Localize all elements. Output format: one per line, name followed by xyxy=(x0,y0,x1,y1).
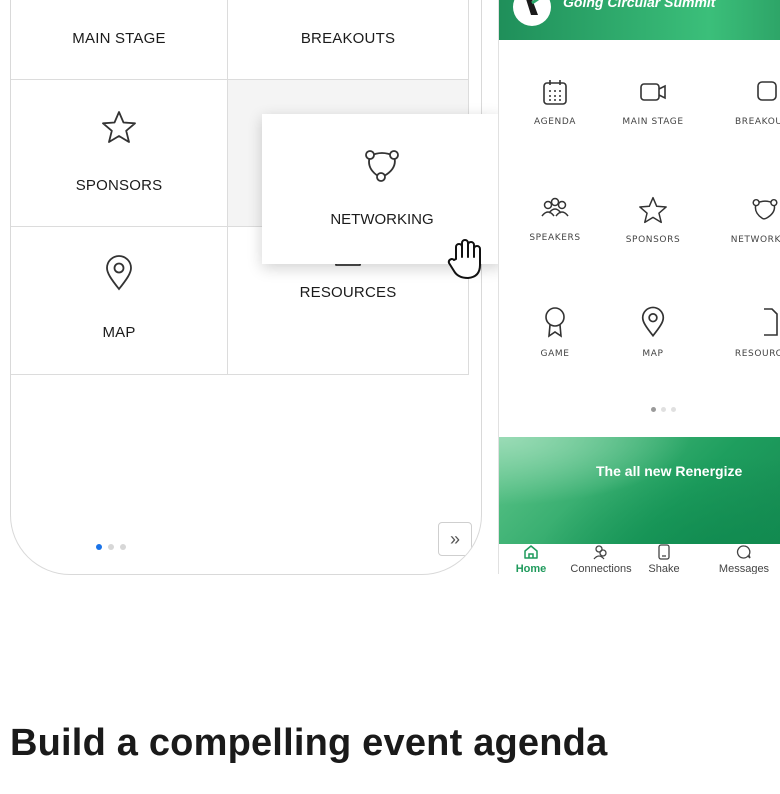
tile-label: RESOURCES xyxy=(299,284,397,301)
page-dot[interactable] xyxy=(120,544,126,550)
video-camera-icon xyxy=(640,83,666,101)
page-dot[interactable] xyxy=(671,407,676,412)
app-tile-networking[interactable]: NETWORKING xyxy=(721,196,780,245)
map-pin-icon xyxy=(641,306,665,338)
tab-home[interactable]: Home xyxy=(507,544,555,574)
video-camera-icon xyxy=(102,0,136,2)
tile-map[interactable]: MAP xyxy=(11,227,228,375)
app-header: Going Circular Summit xyxy=(499,0,780,40)
tab-shake[interactable]: Shake xyxy=(639,544,689,574)
app-logo xyxy=(513,0,551,26)
network-icon xyxy=(752,198,778,220)
star-icon xyxy=(102,111,136,143)
double-chevron-right-icon: » xyxy=(449,528,460,549)
promo-banner[interactable]: The all new Renergize xyxy=(499,437,780,544)
section-headline: Build a compelling event agenda xyxy=(10,722,608,764)
network-icon xyxy=(365,150,399,182)
tile-label: NETWORKING xyxy=(330,211,434,228)
app-tile-label: SPEAKERS xyxy=(529,233,581,243)
app-tile-breakouts[interactable]: BREAKOUTS xyxy=(721,78,780,127)
document-icon xyxy=(764,308,778,336)
chat-icon xyxy=(736,545,751,559)
tile-sponsors[interactable]: SPONSORS xyxy=(11,80,228,227)
tile-label: BREAKOUTS xyxy=(300,30,396,47)
page-indicator xyxy=(96,544,126,550)
home-icon xyxy=(524,545,538,559)
app-tile-label: SPONSORS xyxy=(625,235,681,245)
app-tile-resources[interactable]: RESOURCES xyxy=(721,306,780,359)
banner-text: The all new Renergize xyxy=(596,463,743,479)
app-tile-label: MAIN STAGE xyxy=(622,117,684,127)
bottom-tab-bar: Home Connections Shake Messages xyxy=(499,544,780,574)
app-tile-label: AGENDA xyxy=(534,117,576,127)
breakout-groups-icon xyxy=(328,0,368,2)
tab-label: Home xyxy=(515,563,547,574)
tab-label: Connections xyxy=(570,563,632,574)
logo-icon xyxy=(526,0,539,15)
star-icon xyxy=(639,196,667,224)
tile-main-stage[interactable]: MAIN STAGE xyxy=(11,0,228,80)
map-pin-icon xyxy=(106,255,132,291)
tab-label: Shake xyxy=(648,563,680,574)
app-tile-main-stage[interactable]: MAIN STAGE xyxy=(609,78,697,127)
app-tile-label: GAME xyxy=(540,349,570,359)
speakers-icon xyxy=(541,197,569,217)
connections-icon xyxy=(593,545,607,560)
app-tile-map[interactable]: MAP xyxy=(609,306,697,359)
phone-shake-icon xyxy=(658,544,670,560)
next-page-button[interactable]: » xyxy=(438,522,472,556)
page-dot-active[interactable] xyxy=(96,544,102,550)
app-title: Going Circular Summit xyxy=(563,0,716,10)
tile-label: MAP xyxy=(102,324,136,341)
tile-label: SPONSORS xyxy=(75,177,163,194)
app-tile-sponsors[interactable]: SPONSORS xyxy=(609,196,697,245)
app-tile-label: BREAKOUTS xyxy=(735,117,780,127)
calendar-icon xyxy=(543,80,567,105)
app-tile-label: NETWORKING xyxy=(730,235,780,245)
page-dot[interactable] xyxy=(108,544,114,550)
breakout-groups-icon xyxy=(757,81,777,101)
app-tile-label: RESOURCES xyxy=(734,349,780,359)
app-tile-game[interactable]: GAME xyxy=(511,306,599,359)
app-tile-label: MAP xyxy=(642,349,664,359)
tile-breakouts[interactable]: BREAKOUTS xyxy=(228,0,469,80)
tab-connections[interactable]: Connections xyxy=(565,544,637,574)
page-dot[interactable] xyxy=(661,407,666,412)
tab-messages[interactable]: Messages xyxy=(711,544,777,574)
grab-cursor-icon xyxy=(447,239,481,279)
app-preview-phone: Going Circular Summit AGENDA MAIN STAGE … xyxy=(498,0,780,574)
award-icon xyxy=(545,307,565,338)
page-dot-active[interactable] xyxy=(651,407,656,412)
app-tile-speakers[interactable]: SPEAKERS xyxy=(511,196,599,243)
layout-editor-phone: MAIN STAGE BREAKOUTS SPONSORS MAP RESOUR… xyxy=(10,0,482,575)
tile-label: MAIN STAGE xyxy=(72,30,166,47)
app-page-indicator xyxy=(651,407,676,412)
app-tile-agenda[interactable]: AGENDA xyxy=(511,78,599,127)
tab-label: Messages xyxy=(718,563,770,574)
